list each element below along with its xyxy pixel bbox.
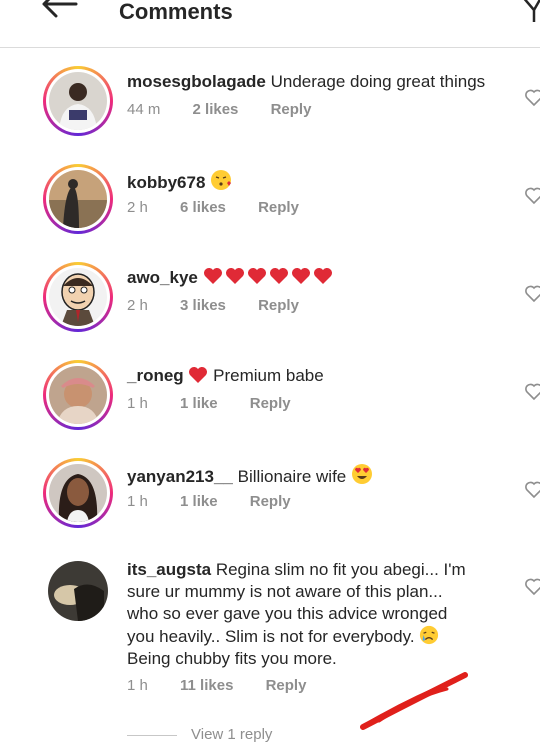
comment-body: Billionaire wife [237, 467, 347, 486]
comment-username[interactable]: kobby678 [127, 173, 205, 192]
comments-header: Comments [0, 0, 540, 48]
reply-button[interactable]: Reply [250, 493, 291, 510]
like-heart-icon[interactable] [524, 382, 540, 402]
view-replies-button[interactable]: View 1 reply [127, 726, 272, 743]
comment-username[interactable]: yanyan213__ [127, 467, 233, 486]
comment-time: 1 h [127, 493, 148, 510]
likes-count[interactable]: 6 likes [180, 199, 226, 216]
comment-time: 2 h [127, 297, 148, 314]
likes-count[interactable]: 2 likes [193, 101, 239, 118]
reply-button[interactable]: Reply [258, 199, 299, 216]
reply-button[interactable]: Reply [250, 395, 291, 412]
comment-text: awo_kye [127, 267, 510, 289]
red-arrow-annotation [360, 672, 468, 730]
comment-text: yanyan213__ Billionaire wife [127, 463, 510, 488]
comment-body-line: Being chubby fits you more. [127, 649, 337, 668]
comment-meta: 1 h 1 like Reply [127, 395, 291, 412]
filter-icon[interactable] [520, 0, 540, 26]
comment-body-line: sure ur mummy is not aware of this plan.… [127, 582, 443, 601]
heart-eyes-face-icon [352, 464, 373, 484]
red-heart-icon [247, 268, 266, 284]
comment-text: its_augsta Regina slim no fit you abegi.… [127, 559, 510, 670]
red-hearts-emoji [203, 267, 333, 285]
comment-meta: 1 h 1 like Reply [127, 493, 291, 510]
reply-button[interactable]: Reply [271, 101, 312, 118]
view-replies-label: View 1 reply [191, 726, 273, 743]
comment-text: kobby678 [127, 169, 510, 194]
like-heart-icon[interactable] [524, 186, 540, 206]
crying-face-icon [420, 625, 439, 645]
comment-body-line: Regina slim no fit you abegi... I'm [215, 560, 466, 579]
red-heart-icon [225, 268, 244, 284]
red-heart-icon [203, 268, 222, 284]
likes-count[interactable]: 1 like [180, 395, 218, 412]
comment-username[interactable]: awo_kye [127, 268, 198, 287]
comment-meta: 44 m 2 likes Reply [127, 101, 311, 118]
like-heart-icon[interactable] [524, 88, 540, 108]
kissing-face-icon [211, 170, 232, 190]
comment-text: mosesgbolagade Underage doing great thin… [127, 71, 510, 93]
avatar[interactable] [43, 458, 113, 528]
likes-count[interactable]: 11 likes [180, 677, 233, 694]
comment-body: Underage doing great things [270, 72, 486, 91]
comment-time: 1 h [127, 677, 148, 694]
page-title: Comments [119, 0, 233, 24]
comment-meta: 2 h 3 likes Reply [127, 297, 299, 314]
comment-body-line: you heavily.. Slim is not for everybody. [127, 627, 415, 646]
comment-username[interactable]: its_augsta [127, 560, 211, 579]
comment-body-line: who so ever gave you this advice wronged [127, 604, 448, 623]
likes-count[interactable]: 1 like [180, 493, 218, 510]
avatar[interactable] [48, 561, 108, 621]
avatar[interactable] [43, 66, 113, 136]
red-heart-icon [291, 268, 310, 284]
avatar[interactable] [43, 262, 113, 332]
avatar[interactable] [43, 164, 113, 234]
comment-meta: 2 h 6 likes Reply [127, 199, 299, 216]
avatar[interactable] [43, 360, 113, 430]
reply-button[interactable]: Reply [258, 297, 299, 314]
red-heart-icon [189, 367, 208, 383]
comment-meta: 1 h 11 likes Reply [127, 677, 306, 694]
reply-button[interactable]: Reply [266, 677, 307, 694]
comment-text: _roneg Premium babe [127, 365, 510, 387]
like-heart-icon[interactable] [524, 480, 540, 500]
back-arrow-icon[interactable] [28, 0, 84, 38]
comment-time: 2 h [127, 199, 148, 216]
comment-username[interactable]: mosesgbolagade [127, 72, 266, 91]
like-heart-icon[interactable] [524, 284, 540, 304]
likes-count[interactable]: 3 likes [180, 297, 226, 314]
red-heart-icon [313, 268, 332, 284]
comment-username[interactable]: _roneg [127, 366, 184, 385]
divider [127, 734, 177, 736]
red-heart-icon [269, 268, 288, 284]
comment-body: Premium babe [213, 366, 324, 385]
comment-time: 44 m [127, 101, 161, 118]
comment-time: 1 h [127, 395, 148, 412]
like-heart-icon[interactable] [524, 577, 540, 597]
